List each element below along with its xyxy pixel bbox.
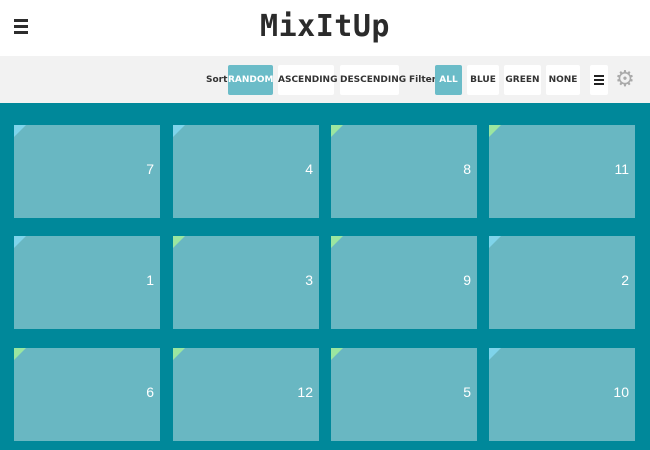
card-number: 6 bbox=[146, 384, 154, 400]
card-number: 3 bbox=[305, 272, 313, 288]
card-number: 11 bbox=[614, 161, 629, 177]
mix-card: 8 bbox=[331, 125, 477, 218]
card-number: 4 bbox=[305, 161, 313, 177]
header: MixItUp bbox=[0, 0, 650, 56]
mix-card: 6 bbox=[14, 348, 160, 441]
card-number: 10 bbox=[613, 384, 629, 400]
card-number: 12 bbox=[297, 384, 313, 400]
card-number: 8 bbox=[463, 161, 471, 177]
blue-marker bbox=[489, 348, 501, 360]
mix-card: 7 bbox=[14, 125, 160, 218]
green-marker bbox=[489, 125, 501, 137]
mix-card: 2 bbox=[489, 236, 635, 329]
green-marker bbox=[331, 348, 343, 360]
mix-card: 4 bbox=[173, 125, 319, 218]
mix-card: 12 bbox=[173, 348, 319, 441]
card-number: 7 bbox=[146, 161, 154, 177]
blue-marker bbox=[14, 236, 26, 248]
mix-card: 1 bbox=[14, 236, 160, 329]
filter-blue-button[interactable]: BLUE bbox=[467, 65, 499, 95]
mix-card: 3 bbox=[173, 236, 319, 329]
filter-none-button[interactable]: NONE bbox=[546, 65, 580, 95]
sort-ascending-button[interactable]: ASCENDING bbox=[278, 65, 337, 95]
controls-bar: Sort: RANDOM ASCENDING DESCENDING Filter… bbox=[0, 56, 650, 103]
green-marker bbox=[331, 125, 343, 137]
green-marker bbox=[14, 348, 26, 360]
filter-green-button[interactable]: GREEN bbox=[504, 65, 541, 95]
green-marker bbox=[173, 348, 185, 360]
green-marker bbox=[173, 236, 185, 248]
list-icon[interactable] bbox=[590, 65, 608, 95]
blue-marker bbox=[14, 125, 26, 137]
green-marker bbox=[331, 236, 343, 248]
blue-marker bbox=[173, 125, 185, 137]
card-number: 1 bbox=[146, 272, 154, 288]
mix-card: 9 bbox=[331, 236, 477, 329]
card-number: 5 bbox=[463, 384, 471, 400]
mix-card: 5 bbox=[331, 348, 477, 441]
card-grid: 7 4 8 11 1 3 9 2 6 12 5 10 bbox=[0, 103, 650, 450]
app-logo: MixItUp bbox=[260, 9, 390, 44]
card-number: 2 bbox=[621, 272, 629, 288]
sort-random-button[interactable]: RANDOM bbox=[228, 65, 274, 95]
gear-icon[interactable]: ⚙ bbox=[615, 66, 635, 94]
mix-card: 10 bbox=[489, 348, 635, 441]
sort-descending-button[interactable]: DESCENDING bbox=[340, 65, 406, 95]
filter-all-button[interactable]: ALL bbox=[435, 65, 462, 95]
blue-marker bbox=[489, 236, 501, 248]
card-number: 9 bbox=[463, 272, 471, 288]
mix-card: 11 bbox=[489, 125, 635, 218]
